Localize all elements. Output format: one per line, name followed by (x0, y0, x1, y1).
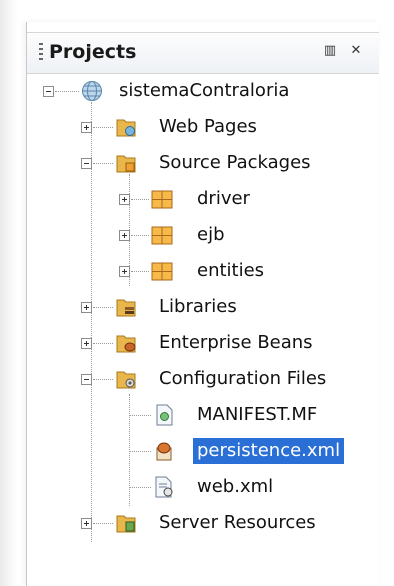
collapse-toggle-icon[interactable] (43, 86, 54, 97)
project-tree: sistemaContraloria Web Pages Source Pack… (27, 22, 379, 586)
tree-item-libraries[interactable]: Libraries (159, 294, 237, 320)
expand-toggle-icon[interactable] (81, 338, 92, 349)
tree-connector (131, 199, 149, 200)
expand-toggle-icon[interactable] (119, 194, 130, 205)
collapse-toggle-icon[interactable] (81, 158, 92, 169)
tree-item-web-xml[interactable]: web.xml (197, 474, 273, 500)
tree-connector (131, 271, 149, 272)
tree-item-driver[interactable]: driver (197, 186, 250, 212)
folder-beans-icon (116, 335, 136, 353)
tree-item-root[interactable]: sistemaContraloria (119, 78, 289, 104)
folder-web-icon (116, 119, 136, 137)
tree-item-configuration-files[interactable]: Configuration Files (159, 366, 326, 392)
tree-connector (93, 127, 113, 128)
tree-item-web-pages[interactable]: Web Pages (159, 114, 257, 140)
tree-connector (93, 163, 113, 164)
projects-panel: Projects ▥ ✕ sistemaContraloria Web Page… (26, 22, 379, 586)
tree-connector (129, 415, 151, 416)
tree-item-ejb[interactable]: ejb (197, 222, 225, 248)
expand-toggle-icon[interactable] (119, 266, 130, 277)
tree-connector (93, 523, 113, 524)
tree-connector (55, 91, 79, 92)
expand-toggle-icon[interactable] (81, 518, 92, 529)
expand-toggle-icon[interactable] (81, 122, 92, 133)
xml-file-icon (155, 476, 173, 498)
tree-connector (129, 394, 130, 506)
tree-connector (131, 235, 149, 236)
collapse-toggle-icon[interactable] (81, 374, 92, 385)
package-icon (151, 226, 173, 245)
tree-item-enterprise-beans[interactable]: Enterprise Beans (159, 330, 313, 356)
tree-item-entities[interactable]: entities (197, 258, 264, 284)
folder-libraries-icon (116, 299, 136, 317)
manifest-file-icon (156, 404, 173, 426)
tree-connector (93, 307, 113, 308)
expand-toggle-icon[interactable] (119, 230, 130, 241)
package-icon (151, 190, 173, 209)
folder-server-icon (116, 515, 136, 533)
tree-item-manifest[interactable]: MANIFEST.MF (197, 402, 317, 428)
tree-connector (93, 343, 113, 344)
tree-item-persistence-xml[interactable]: persistence.xml (193, 438, 345, 464)
package-icon (151, 262, 173, 281)
expand-toggle-icon[interactable] (81, 302, 92, 313)
folder-source-icon (116, 155, 136, 173)
tree-connector (129, 487, 151, 488)
tree-item-source-packages[interactable]: Source Packages (159, 150, 311, 176)
persistence-file-icon (156, 442, 172, 461)
tree-connector (93, 379, 113, 380)
folder-config-icon (116, 371, 136, 389)
globe-project-icon (82, 81, 102, 101)
tree-connector (129, 451, 151, 452)
tree-item-server-resources[interactable]: Server Resources (159, 510, 316, 536)
